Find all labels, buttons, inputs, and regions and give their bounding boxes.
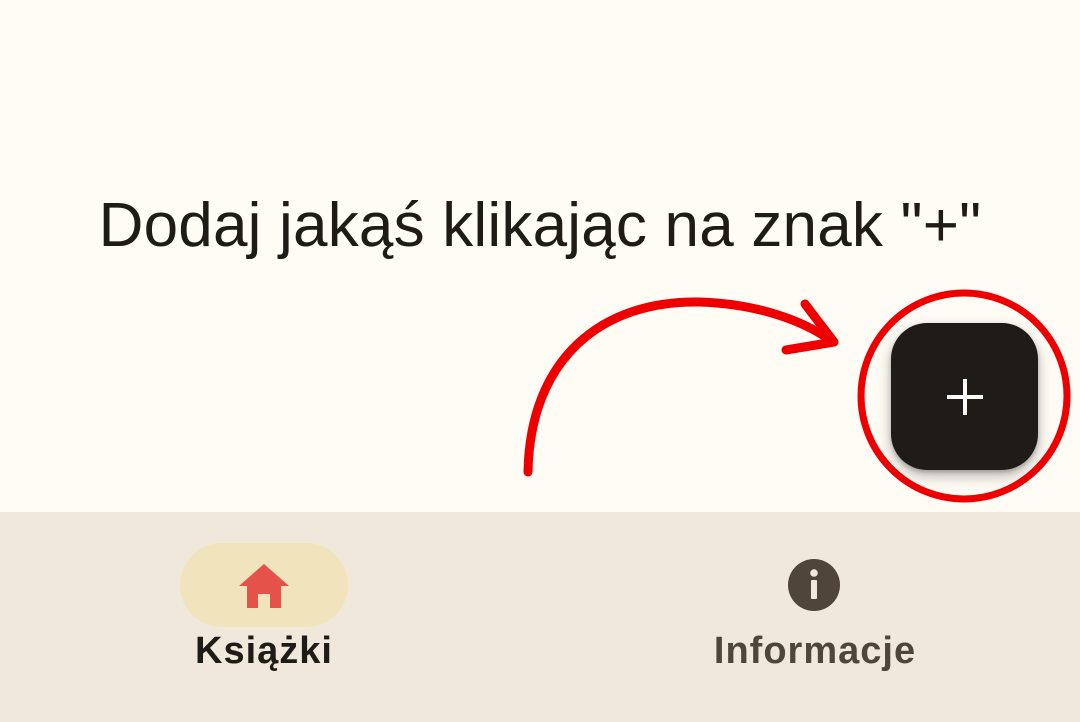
- nav-label-books: Książki: [195, 630, 333, 672]
- nav-item-books[interactable]: Książki: [0, 512, 540, 722]
- nav-label-info: Informacje: [713, 630, 917, 672]
- plus-icon: [946, 378, 983, 415]
- info-icon: [787, 558, 841, 612]
- nav-item-info[interactable]: Informacje: [540, 512, 1080, 722]
- bottom-navigation: Książki Informacje: [0, 512, 1080, 722]
- empty-state-hint: Dodaj jakąś klikając na znak "+": [98, 191, 982, 260]
- main-content: Dodaj jakąś klikając na znak "+": [0, 0, 1080, 512]
- annotation-arrow: [523, 297, 835, 477]
- annotation-arrowhead: [781, 299, 839, 355]
- home-icon: [239, 564, 289, 608]
- add-book-button[interactable]: [891, 323, 1038, 470]
- active-indicator: [180, 543, 348, 627]
